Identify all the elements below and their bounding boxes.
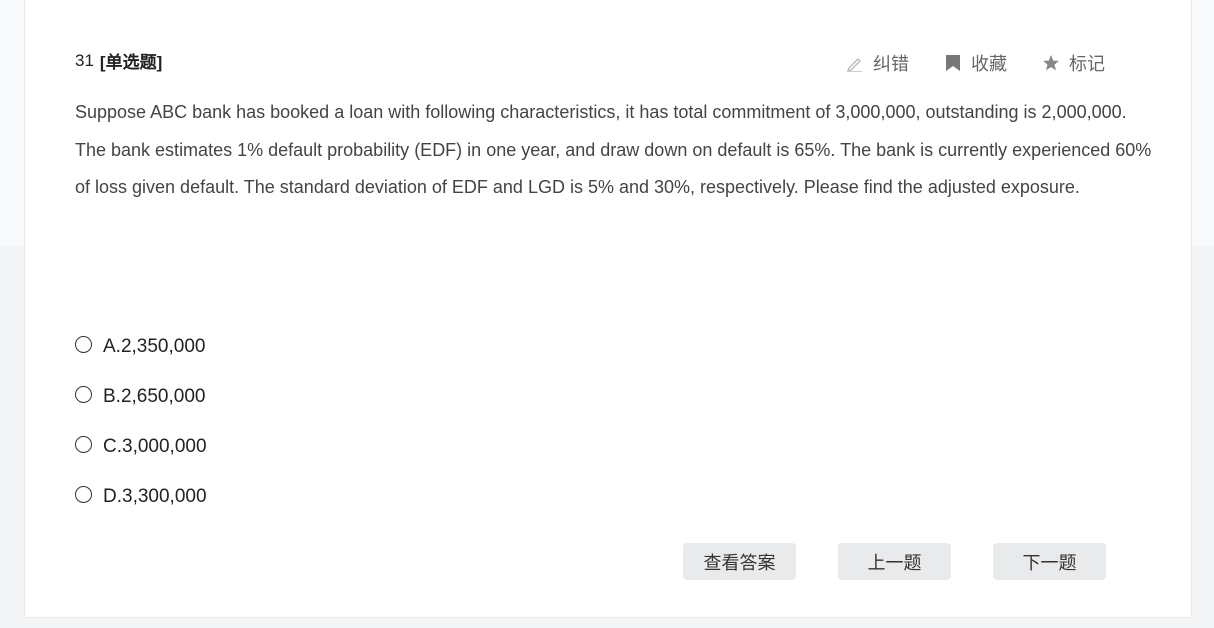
question-header: 31 [单选题] <box>75 48 162 73</box>
pencil-icon <box>845 53 865 73</box>
option-d[interactable]: D.3,300,000 <box>75 472 207 522</box>
option-b[interactable]: B.2,650,000 <box>75 372 207 422</box>
question-type: [单选题] <box>99 53 163 72</box>
next-question-button[interactable]: 下一题 <box>993 543 1106 580</box>
radio-button[interactable] <box>75 485 92 503</box>
radio-button[interactable] <box>75 435 92 453</box>
mark-button[interactable]: 标记 <box>1041 50 1105 76</box>
mark-label: 标记 <box>1069 54 1105 74</box>
option-label: C.3,000,000 <box>103 436 207 457</box>
option-c[interactable]: C.3,000,000 <box>75 422 207 472</box>
bookmark-icon <box>943 53 963 73</box>
question-number: 31 <box>75 50 94 70</box>
radio-button[interactable] <box>75 335 92 353</box>
correct-error-button[interactable]: 纠错 <box>845 50 909 76</box>
radio-button[interactable] <box>75 385 92 403</box>
favorite-button[interactable]: 收藏 <box>943 50 1007 76</box>
question-text: Suppose ABC bank has booked a loan with … <box>75 102 1152 197</box>
option-label: A.2,350,000 <box>103 336 206 357</box>
option-label: B.2,650,000 <box>103 386 206 407</box>
question-toolbar: 纠错 收藏 标记 <box>845 50 1105 76</box>
question-card: 31 [单选题] 纠错 收藏 标记 Suppose ABC bank has b… <box>24 0 1192 618</box>
options-list: A.2,350,000 B.2,650,000 C.3,000,000 D.3,… <box>75 322 207 522</box>
option-a[interactable]: A.2,350,000 <box>75 322 207 372</box>
correct-error-label: 纠错 <box>873 54 909 74</box>
view-answer-button[interactable]: 查看答案 <box>683 543 796 580</box>
option-label: D.3,300,000 <box>103 486 207 507</box>
previous-question-button[interactable]: 上一题 <box>838 543 951 580</box>
favorite-label: 收藏 <box>971 54 1007 74</box>
star-icon <box>1041 53 1061 73</box>
